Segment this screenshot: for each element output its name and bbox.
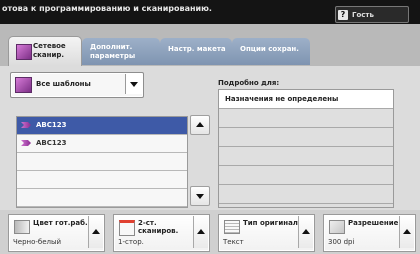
template-list-item[interactable]: ABC123 <box>17 135 187 153</box>
details-row <box>219 166 393 185</box>
chevron-up-icon[interactable] <box>88 216 103 248</box>
two-sided-scan-value: 1-стор. <box>118 238 144 246</box>
chevron-up-icon[interactable] <box>298 216 313 248</box>
resolution-icon <box>329 220 345 234</box>
details-row <box>219 147 393 166</box>
resolution-value: 300 dpi <box>328 238 355 246</box>
chevron-up-icon[interactable] <box>399 216 414 248</box>
question-icon: ? <box>338 9 348 20</box>
details-title: Подробно для: <box>218 79 280 87</box>
template-filter-dropdown[interactable]: Все шаблоны <box>10 72 144 98</box>
details-row <box>219 109 393 128</box>
tab-layout-adjustment-label: Настр. макета <box>168 45 226 53</box>
details-list: Назначения не определены <box>218 89 394 208</box>
bottom-controls: Цвет гот.раб. Черно-белый 2-ст. сканиров… <box>0 210 420 254</box>
two-sided-scan-control[interactable]: 2-ст. сканиров. 1-стор. <box>113 214 210 252</box>
original-type-control[interactable]: Тип оригинала Текст <box>218 214 315 252</box>
template-list-item[interactable]: ABC123 <box>17 117 187 135</box>
details-row <box>219 185 393 204</box>
chevron-down-icon <box>125 74 142 94</box>
scroll-up-button[interactable] <box>190 115 210 135</box>
template-name: ABC123 <box>36 121 67 129</box>
guest-label: Гость <box>352 10 374 19</box>
status-message: отова к программированию и сканированию. <box>2 4 212 13</box>
template-list-item[interactable] <box>17 189 187 207</box>
original-type-title: Тип оригинала <box>243 219 303 227</box>
original-type-value: Текст <box>223 238 244 246</box>
template-icon <box>21 122 31 128</box>
guest-button[interactable]: ? Гость <box>335 6 409 23</box>
details-row: Назначения не определены <box>219 90 393 109</box>
resolution-title: Разрешение <box>348 219 399 227</box>
chevron-up-icon[interactable] <box>193 216 208 248</box>
scan-icon <box>16 44 32 60</box>
template-filter-label: Все шаблоны <box>36 80 91 88</box>
tab-filing-options[interactable]: Опции сохран. <box>232 38 310 65</box>
status-bar: отова к программированию и сканированию.… <box>0 0 420 24</box>
template-list: ABC123 ABC123 <box>16 116 188 208</box>
details-row-text: Назначения не определены <box>225 95 339 103</box>
color-mode-value: Черно-белый <box>13 238 62 246</box>
tab-network-scan[interactable]: Сетевое сканир. <box>8 36 82 66</box>
scan-template-icon <box>15 77 32 93</box>
tab-advanced-settings[interactable]: Дополнит. параметры <box>82 38 160 65</box>
tab-layout-adjustment[interactable]: Настр. макета <box>160 38 232 65</box>
template-name: ABC123 <box>36 139 67 147</box>
template-list-item[interactable] <box>17 153 187 171</box>
color-mode-title: Цвет гот.раб. <box>33 219 88 227</box>
tab-bar: Сетевое сканир. Дополнит. параметры Наст… <box>0 24 420 66</box>
template-icon <box>21 140 31 146</box>
two-sided-scan-title: 2-ст. сканиров. <box>138 219 179 235</box>
tab-advanced-settings-label: Дополнит. параметры <box>90 43 136 60</box>
resolution-control[interactable]: Разрешение 300 dpi <box>323 214 416 252</box>
original-type-icon <box>224 220 240 234</box>
color-mode-control[interactable]: Цвет гот.раб. Черно-белый <box>8 214 105 252</box>
color-mode-icon <box>14 220 30 234</box>
details-row <box>219 128 393 147</box>
tab-filing-options-label: Опции сохран. <box>240 45 299 53</box>
scroll-down-button[interactable] <box>190 186 210 206</box>
sided-scan-icon <box>119 220 135 236</box>
template-list-item[interactable] <box>17 171 187 189</box>
tab-network-scan-label: Сетевое сканир. <box>33 42 66 59</box>
